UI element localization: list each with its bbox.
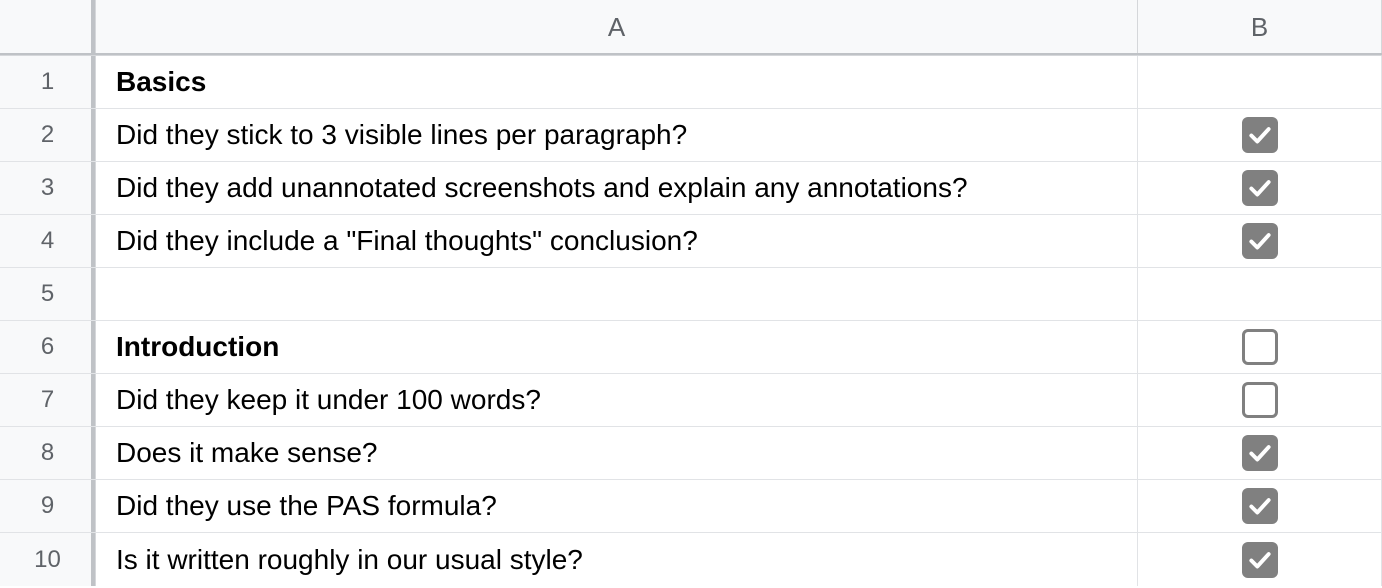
row-header-8[interactable]: 8	[0, 427, 96, 479]
cell-A9[interactable]: Did they use the PAS formula?	[96, 480, 1138, 532]
select-all-corner[interactable]	[0, 0, 96, 55]
cell-B4[interactable]	[1138, 215, 1382, 267]
cell-A7[interactable]: Did they keep it under 100 words?	[96, 374, 1138, 426]
checkbox-icon[interactable]	[1242, 223, 1278, 259]
checkbox-icon[interactable]	[1242, 542, 1278, 578]
table-row: 6 Introduction	[0, 321, 1382, 374]
table-row: 3 Did they add unannotated screenshots a…	[0, 162, 1382, 215]
cell-B8[interactable]	[1138, 427, 1382, 479]
table-row: 7 Did they keep it under 100 words?	[0, 374, 1382, 427]
column-header-B[interactable]: B	[1138, 0, 1382, 55]
cell-B1[interactable]	[1138, 56, 1382, 108]
cell-A6[interactable]: Introduction	[96, 321, 1138, 373]
table-row: 8 Does it make sense?	[0, 427, 1382, 480]
grid-body: 1 Basics 2 Did they stick to 3 visible l…	[0, 56, 1382, 586]
cell-B3[interactable]	[1138, 162, 1382, 214]
table-row: 1 Basics	[0, 56, 1382, 109]
row-header-7[interactable]: 7	[0, 374, 96, 426]
cell-B7[interactable]	[1138, 374, 1382, 426]
cell-A10[interactable]: Is it written roughly in our usual style…	[96, 533, 1138, 586]
cell-A3[interactable]: Did they add unannotated screenshots and…	[96, 162, 1138, 214]
cell-B5[interactable]	[1138, 268, 1382, 320]
row-header-2[interactable]: 2	[0, 109, 96, 161]
row-header-1[interactable]: 1	[0, 56, 96, 108]
cell-B6[interactable]	[1138, 321, 1382, 373]
cell-A4[interactable]: Did they include a "Final thoughts" conc…	[96, 215, 1138, 267]
cell-A5[interactable]	[96, 268, 1138, 320]
row-header-3[interactable]: 3	[0, 162, 96, 214]
column-header-row: A B	[0, 0, 1382, 56]
table-row: 2 Did they stick to 3 visible lines per …	[0, 109, 1382, 162]
table-row: 5	[0, 268, 1382, 321]
cell-A8[interactable]: Does it make sense?	[96, 427, 1138, 479]
checkbox-icon[interactable]	[1242, 117, 1278, 153]
cell-B9[interactable]	[1138, 480, 1382, 532]
table-row: 10 Is it written roughly in our usual st…	[0, 533, 1382, 586]
cell-B10[interactable]	[1138, 533, 1382, 586]
checkbox-icon[interactable]	[1242, 488, 1278, 524]
spreadsheet: A B 1 Basics 2 Did they stick to 3 visib…	[0, 0, 1382, 588]
row-header-10[interactable]: 10	[0, 533, 96, 586]
row-header-5[interactable]: 5	[0, 268, 96, 320]
cell-A1[interactable]: Basics	[96, 56, 1138, 108]
checkbox-icon[interactable]	[1242, 435, 1278, 471]
cell-A2[interactable]: Did they stick to 3 visible lines per pa…	[96, 109, 1138, 161]
table-row: 4 Did they include a "Final thoughts" co…	[0, 215, 1382, 268]
checkbox-icon[interactable]	[1242, 382, 1278, 418]
checkbox-icon[interactable]	[1242, 170, 1278, 206]
column-header-A[interactable]: A	[96, 0, 1138, 55]
row-header-4[interactable]: 4	[0, 215, 96, 267]
table-row: 9 Did they use the PAS formula?	[0, 480, 1382, 533]
row-header-9[interactable]: 9	[0, 480, 96, 532]
cell-B2[interactable]	[1138, 109, 1382, 161]
row-header-6[interactable]: 6	[0, 321, 96, 373]
checkbox-icon[interactable]	[1242, 329, 1278, 365]
